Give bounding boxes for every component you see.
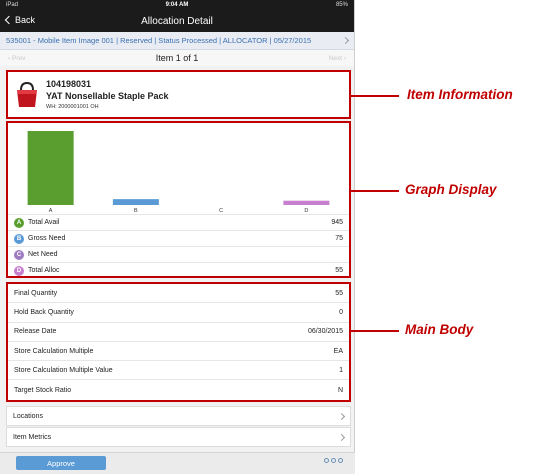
legend-row: B Gross Need 75 <box>8 230 349 246</box>
legend-label: Gross Need <box>28 235 66 242</box>
detail-value: N <box>337 386 343 394</box>
bar-b[interactable] <box>112 199 159 205</box>
legend-row: A Total Avail 945 <box>8 214 349 230</box>
item-metrics-row[interactable]: Item Metrics <box>6 427 351 447</box>
callout-line-body <box>351 330 399 332</box>
allocation-bar-chart: A B C D <box>27 131 330 213</box>
detail-label: Target Stock Ratio <box>14 386 72 394</box>
carrier-label: iPad <box>6 2 19 8</box>
detail-label: Hold Back Quantity <box>14 308 74 316</box>
detail-row: Store Calculation Multiple EA <box>8 342 349 362</box>
page-title: Allocation Detail <box>141 15 213 27</box>
legend-badge: D <box>14 265 24 276</box>
legend-row: C Net Need <box>8 246 349 262</box>
detail-value: EA <box>333 347 343 355</box>
footer-toolbar: Approve <box>0 452 355 474</box>
legend-value: 945 <box>331 219 343 226</box>
shopping-bag-icon <box>17 81 37 107</box>
callout-graph-display: Graph Display <box>405 182 497 197</box>
detail-value: 06/30/2015 <box>307 328 343 336</box>
battery-level: 85% <box>335 2 348 8</box>
detail-row: Hold Back Quantity 0 <box>8 303 349 323</box>
more-options-icon[interactable] <box>324 458 343 463</box>
item-pager: ‹ Prev Item 1 of 1 Next › <box>0 50 354 66</box>
legend-value: 75 <box>335 235 343 242</box>
back-button[interactable]: Back <box>4 15 36 25</box>
item-name: YAT Nonsellable Staple Pack <box>46 91 169 101</box>
legend-value: 55 <box>335 267 343 274</box>
detail-value: 1 <box>339 366 343 374</box>
x-tick-label: B <box>134 208 138 213</box>
x-tick-label: C <box>219 208 223 213</box>
warehouse-info: WH: 2000001001 OH <box>46 104 99 110</box>
legend-label: Total Alloc <box>28 267 60 274</box>
x-tick-label: D <box>304 208 308 213</box>
callout-item-information: Item Information <box>407 87 513 102</box>
detail-value: 55 <box>335 289 343 297</box>
callout-main-body: Main Body <box>405 322 474 337</box>
item-metrics-label: Item Metrics <box>13 433 52 441</box>
x-tick-label: A <box>49 208 53 213</box>
legend-label: Net Need <box>28 251 58 258</box>
item-position: Item 1 of 1 <box>155 53 199 63</box>
back-label: Back <box>15 15 36 25</box>
detail-label: Store Calculation Multiple <box>14 347 94 355</box>
chevron-right-icon <box>337 433 346 441</box>
detail-row: Store Calculation Multiple Value 1 <box>8 361 349 381</box>
detail-label: Release Date <box>14 328 57 336</box>
detail-row: Target Stock Ratio N <box>8 380 349 399</box>
chevron-right-icon <box>341 36 350 45</box>
chart-legend: A Total Avail 945 B Gross Need 75 C Net Need D To… <box>8 214 349 278</box>
locations-label: Locations <box>13 412 43 420</box>
context-text: 535001 - Mobile Item Image 001 | Reserve… <box>6 36 312 45</box>
chevron-right-icon <box>337 412 346 420</box>
graph-display-panel: ABCD A Total Avail 945 B Gross Need 75 C Net Ne… <box>6 121 351 278</box>
callout-line-item <box>351 95 399 97</box>
detail-label: Final Quantity <box>14 289 58 297</box>
detail-row: Release Date 06/30/2015 <box>8 323 349 342</box>
locations-row[interactable]: Locations <box>6 406 351 426</box>
clock: 9:04 AM <box>165 2 189 8</box>
status-bar: iPad 9:04 AM 85% <box>0 0 354 10</box>
context-header[interactable]: 535001 - Mobile Item Image 001 | Reserve… <box>0 32 354 50</box>
legend-row: D Total Alloc 55 <box>8 262 349 278</box>
chevron-left-icon <box>4 15 14 25</box>
detail-label: Store Calculation Multiple Value <box>14 366 113 374</box>
callout-line-graph <box>351 190 399 192</box>
detail-value: 0 <box>339 308 343 316</box>
legend-badge: A <box>14 217 24 228</box>
detail-row: Final Quantity 55 <box>8 284 349 304</box>
next-button[interactable]: Next › <box>329 55 346 62</box>
bar-d[interactable] <box>283 200 330 205</box>
item-number: 104198031 <box>46 79 92 89</box>
legend-label: Total Avail <box>28 219 60 226</box>
main-body-panel: Final Quantity 55 Hold Back Quantity 0 Relea… <box>6 282 351 402</box>
item-information-panel: 104198031 YAT Nonsellable Staple Pack WH… <box>6 70 351 119</box>
legend-badge: B <box>14 233 24 244</box>
nav-bar: Back Allocation Detail <box>0 10 354 32</box>
bar-a[interactable] <box>27 131 74 205</box>
prev-button[interactable]: ‹ Prev <box>8 55 25 62</box>
approve-button[interactable]: Approve <box>16 456 106 470</box>
legend-badge: C <box>14 249 24 260</box>
